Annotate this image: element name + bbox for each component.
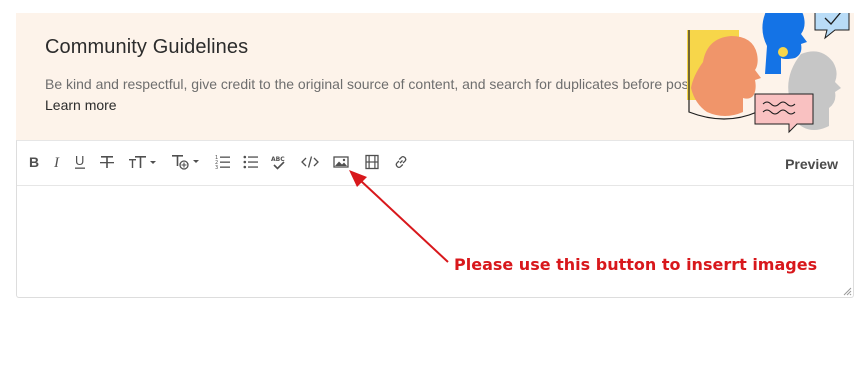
font-size-icon xyxy=(129,156,156,168)
bold-icon: B xyxy=(29,155,39,169)
svg-text:3: 3 xyxy=(215,165,218,170)
svg-text:I: I xyxy=(53,155,60,169)
top-strip xyxy=(0,0,864,13)
underline-icon: U xyxy=(75,154,85,169)
svg-text:B: B xyxy=(29,155,39,169)
italic-button[interactable]: I xyxy=(51,153,63,171)
preview-button[interactable]: Preview xyxy=(785,156,838,172)
insert-link-button[interactable] xyxy=(392,153,410,171)
code-icon xyxy=(301,156,319,168)
strikethrough-icon xyxy=(100,156,114,168)
spellcheck-button[interactable]: ABC xyxy=(270,153,288,171)
insert-image-button[interactable] xyxy=(332,153,350,171)
resize-grip-icon[interactable] xyxy=(843,287,852,296)
post-editor: B I U 1 2 3 ABC Preview xyxy=(16,140,854,298)
video-icon xyxy=(365,154,379,170)
font-size-button[interactable] xyxy=(128,153,158,171)
bullet-list-icon xyxy=(243,155,258,169)
numbered-list-button[interactable]: 1 2 3 xyxy=(214,153,232,171)
numbered-list-icon: 1 2 3 xyxy=(215,155,230,170)
guidelines-title: Community Guidelines xyxy=(45,36,249,58)
editor-text-area[interactable] xyxy=(17,186,853,297)
svg-text:U: U xyxy=(75,154,84,168)
insert-video-button[interactable] xyxy=(363,153,381,171)
italic-icon: I xyxy=(53,155,60,169)
guidelines-description: Be kind and respectful, give credit to t… xyxy=(45,76,716,92)
link-icon xyxy=(395,155,407,169)
community-illustration xyxy=(687,13,850,134)
community-guidelines-banner: Community Guidelines Be kind and respect… xyxy=(16,13,854,140)
editor-toolbar: B I U 1 2 3 ABC Preview xyxy=(17,141,853,186)
learn-more-link[interactable]: Learn more xyxy=(45,97,117,113)
annotation-note: Please use this button to inserrt images xyxy=(454,255,818,274)
image-icon xyxy=(333,156,349,168)
strikethrough-button[interactable] xyxy=(99,153,115,171)
spellcheck-icon: ABC xyxy=(271,156,285,170)
text-format-icon xyxy=(172,155,199,170)
text-format-button[interactable] xyxy=(171,153,201,171)
underline-button[interactable]: U xyxy=(73,153,87,171)
bold-button[interactable]: B xyxy=(27,153,41,171)
bullet-list-button[interactable] xyxy=(242,153,260,171)
code-button[interactable] xyxy=(300,153,320,171)
